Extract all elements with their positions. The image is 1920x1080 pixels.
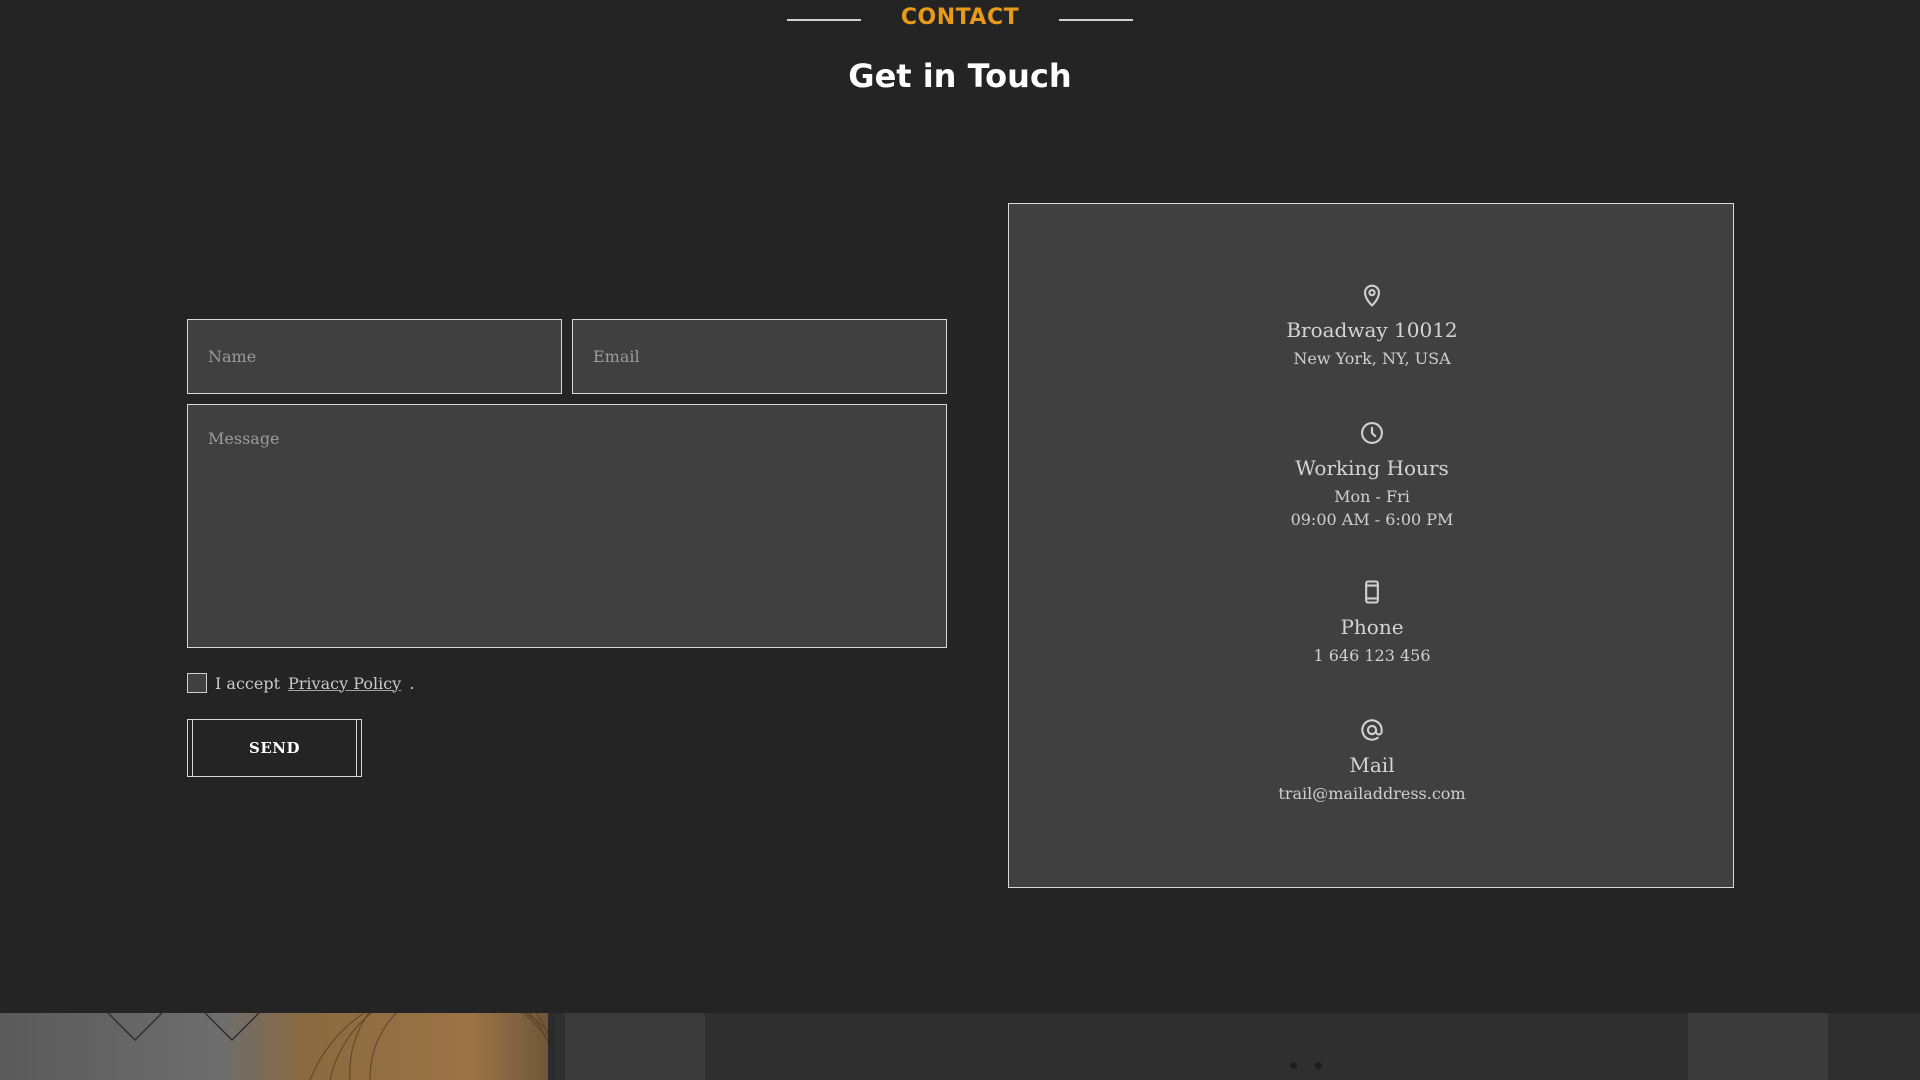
carousel-dot[interactable] [1290,1062,1297,1069]
mail-address: trail@mailaddress.com [1278,784,1466,803]
section-title: Get in Touch [848,57,1072,95]
address-line: New York, NY, USA [1293,349,1451,368]
privacy-policy-row: I accept Privacy Policy. [187,673,414,693]
privacy-policy-suffix: . [409,673,415,693]
email-input[interactable] [572,319,947,394]
gallery-thumbnail[interactable] [0,1013,555,1080]
section-eyebrow: CONTACT [900,5,1020,30]
phone-info: Phone 1 646 123 456 [1009,578,1735,667]
privacy-policy-prefix: I accept [215,673,281,693]
privacy-policy-link[interactable]: Privacy Policy [288,674,401,693]
gallery-thumbnail[interactable] [1688,1013,1828,1080]
phone-icon [1365,580,1379,604]
mail-info: Mail trail@mailaddress.com [1009,716,1735,805]
send-button-label: SEND [249,739,300,757]
send-button[interactable]: SEND [187,719,362,777]
phone-number: 1 646 123 456 [1313,646,1431,665]
map-pin-icon [1363,284,1381,307]
clock-icon [1361,422,1383,444]
mail-title: Mail [1349,753,1395,777]
gallery-thumbnail[interactable] [565,1013,705,1080]
carousel-dot[interactable] [1315,1062,1322,1069]
contact-info-card: Broadway 10012 New York, NY, USA Working… [1008,203,1734,888]
working-times: 09:00 AM - 6:00 PM [1290,510,1454,529]
working-hours-title: Working Hours [1295,456,1449,480]
address-title: Broadway 10012 [1286,318,1458,342]
eyebrow-right-divider [1059,19,1134,21]
carousel-dots [1290,1062,1322,1069]
gallery-strip [0,1013,1920,1080]
working-days: Mon - Fri [1334,487,1410,506]
name-input[interactable] [187,319,562,394]
message-textarea[interactable] [187,404,947,648]
address-info: Broadway 10012 New York, NY, USA [1009,281,1735,370]
privacy-policy-checkbox[interactable] [187,673,207,693]
gallery-thumbnail-artwork [107,1013,555,1080]
working-hours-info: Working Hours Mon - Fri 09:00 AM - 6:00 … [1009,419,1735,531]
phone-title: Phone [1340,615,1404,639]
eyebrow-row: CONTACT [0,4,1920,32]
eyebrow-left-divider [786,19,861,21]
at-sign-icon [1361,719,1383,741]
contact-header: CONTACT Get in Touch [0,0,1920,110]
